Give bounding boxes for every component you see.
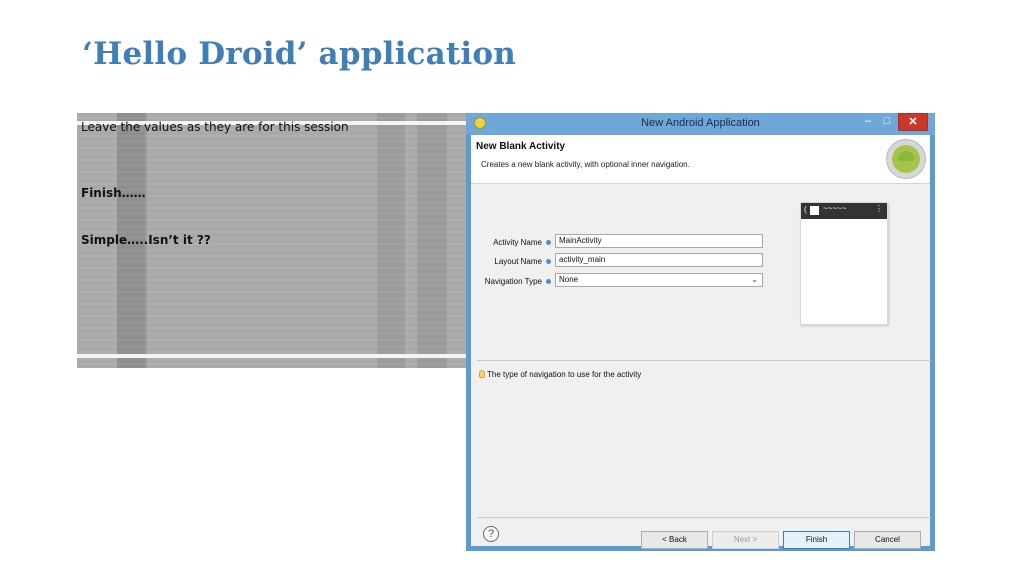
slide-title: ‘Hello Droid’ application	[82, 36, 517, 72]
maximize-button[interactable]: □	[879, 113, 895, 131]
layout-name-field[interactable]: activity_main	[555, 253, 763, 267]
finish-button[interactable]: Finish	[783, 531, 850, 549]
navigation-type-value: None	[559, 275, 579, 284]
cancel-button[interactable]: Cancel	[854, 531, 921, 549]
navigation-type-select[interactable]: None ⌄	[555, 273, 763, 287]
note-line-2: Finish……	[81, 186, 146, 200]
dialog-content: New Blank Activity Creates a new blank a…	[471, 135, 931, 549]
note-line-1: Leave the values as they are for this se…	[81, 120, 349, 134]
preview-title-placeholder: ~~~~~	[823, 204, 847, 213]
hint-text: The type of navigation to use for the ac…	[487, 370, 642, 379]
activity-preview: ( ~~~~~ ⋮	[800, 202, 888, 325]
dialog-header: New Blank Activity Creates a new blank a…	[471, 135, 930, 184]
next-button[interactable]: Next >	[712, 531, 779, 549]
note-line-3: Simple…..Isn’t it ??	[81, 233, 211, 247]
notes-panel: Leave the values as they are for this se…	[77, 113, 466, 368]
chevron-down-icon: ⌄	[751, 275, 758, 284]
navigation-type-label: Navigation Type	[484, 277, 542, 286]
preview-app-icon	[810, 206, 819, 215]
close-button[interactable]: ✕	[898, 113, 928, 131]
android-logo-icon	[886, 139, 926, 179]
minimize-button[interactable]: –	[861, 113, 875, 131]
preview-back-icon: (	[804, 205, 807, 214]
texture-band	[377, 113, 405, 368]
info-icon	[546, 279, 551, 284]
window-titlebar[interactable]: New Android Application – □ ✕	[466, 113, 935, 135]
texture-strip	[77, 354, 466, 358]
new-android-application-window: New Android Application – □ ✕ New Blank …	[466, 113, 935, 551]
preview-overflow-icon: ⋮	[875, 204, 883, 213]
activity-name-label: Activity Name	[493, 238, 542, 247]
header-title: New Blank Activity	[476, 141, 566, 152]
lightbulb-icon	[479, 370, 485, 378]
info-icon	[546, 259, 551, 264]
info-icon	[546, 240, 551, 245]
help-icon[interactable]: ?	[483, 526, 499, 542]
activity-name-field[interactable]: MainActivity	[555, 234, 763, 248]
divider	[477, 517, 931, 518]
header-description: Creates a new blank activity, with optio…	[481, 160, 690, 169]
layout-name-label: Layout Name	[494, 257, 542, 266]
back-button[interactable]: < Back	[641, 531, 708, 549]
preview-action-bar: ( ~~~~~ ⋮	[801, 203, 887, 219]
divider	[477, 360, 931, 361]
